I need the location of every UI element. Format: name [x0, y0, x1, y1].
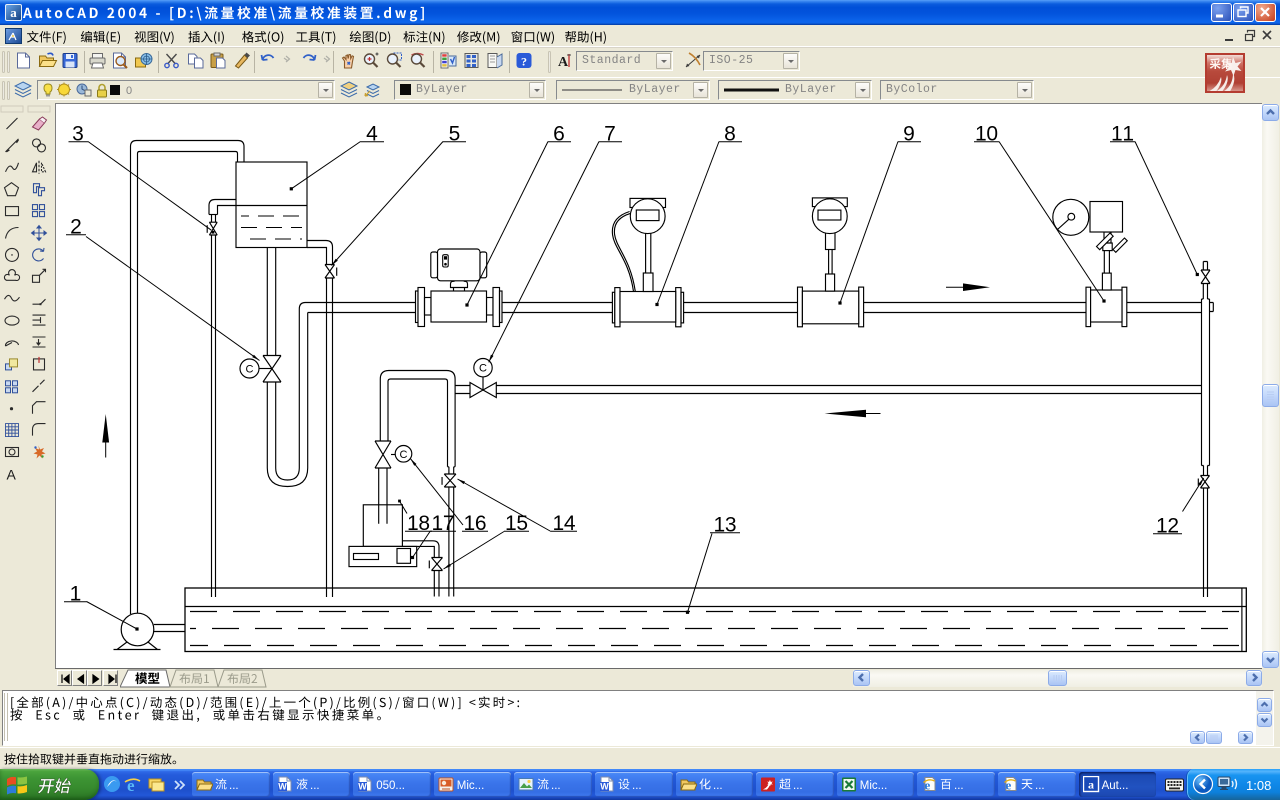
svg-text:...: ...	[713, 780, 723, 792]
svg-text:A: A	[7, 466, 17, 482]
svg-text:W: W	[278, 782, 287, 792]
svg-text:C: C	[479, 363, 487, 375]
svg-text:0: 0	[126, 85, 132, 97]
svg-text:a: a	[1088, 778, 1094, 792]
svg-text:?: ?	[521, 55, 527, 69]
svg-text:W: W	[600, 782, 609, 792]
svg-text:C: C	[246, 364, 254, 376]
svg-text:...: ...	[793, 780, 803, 792]
svg-text:W: W	[358, 782, 367, 792]
svg-text:...: ...	[954, 780, 964, 792]
svg-text:...: ...	[310, 780, 320, 792]
svg-text:A: A	[558, 55, 569, 70]
svg-text:...: ...	[1035, 780, 1045, 792]
svg-text:...: ...	[632, 780, 642, 792]
svg-text:...: ...	[551, 780, 561, 792]
svg-text:...: ...	[229, 780, 239, 792]
svg-text:C: C	[400, 449, 408, 461]
